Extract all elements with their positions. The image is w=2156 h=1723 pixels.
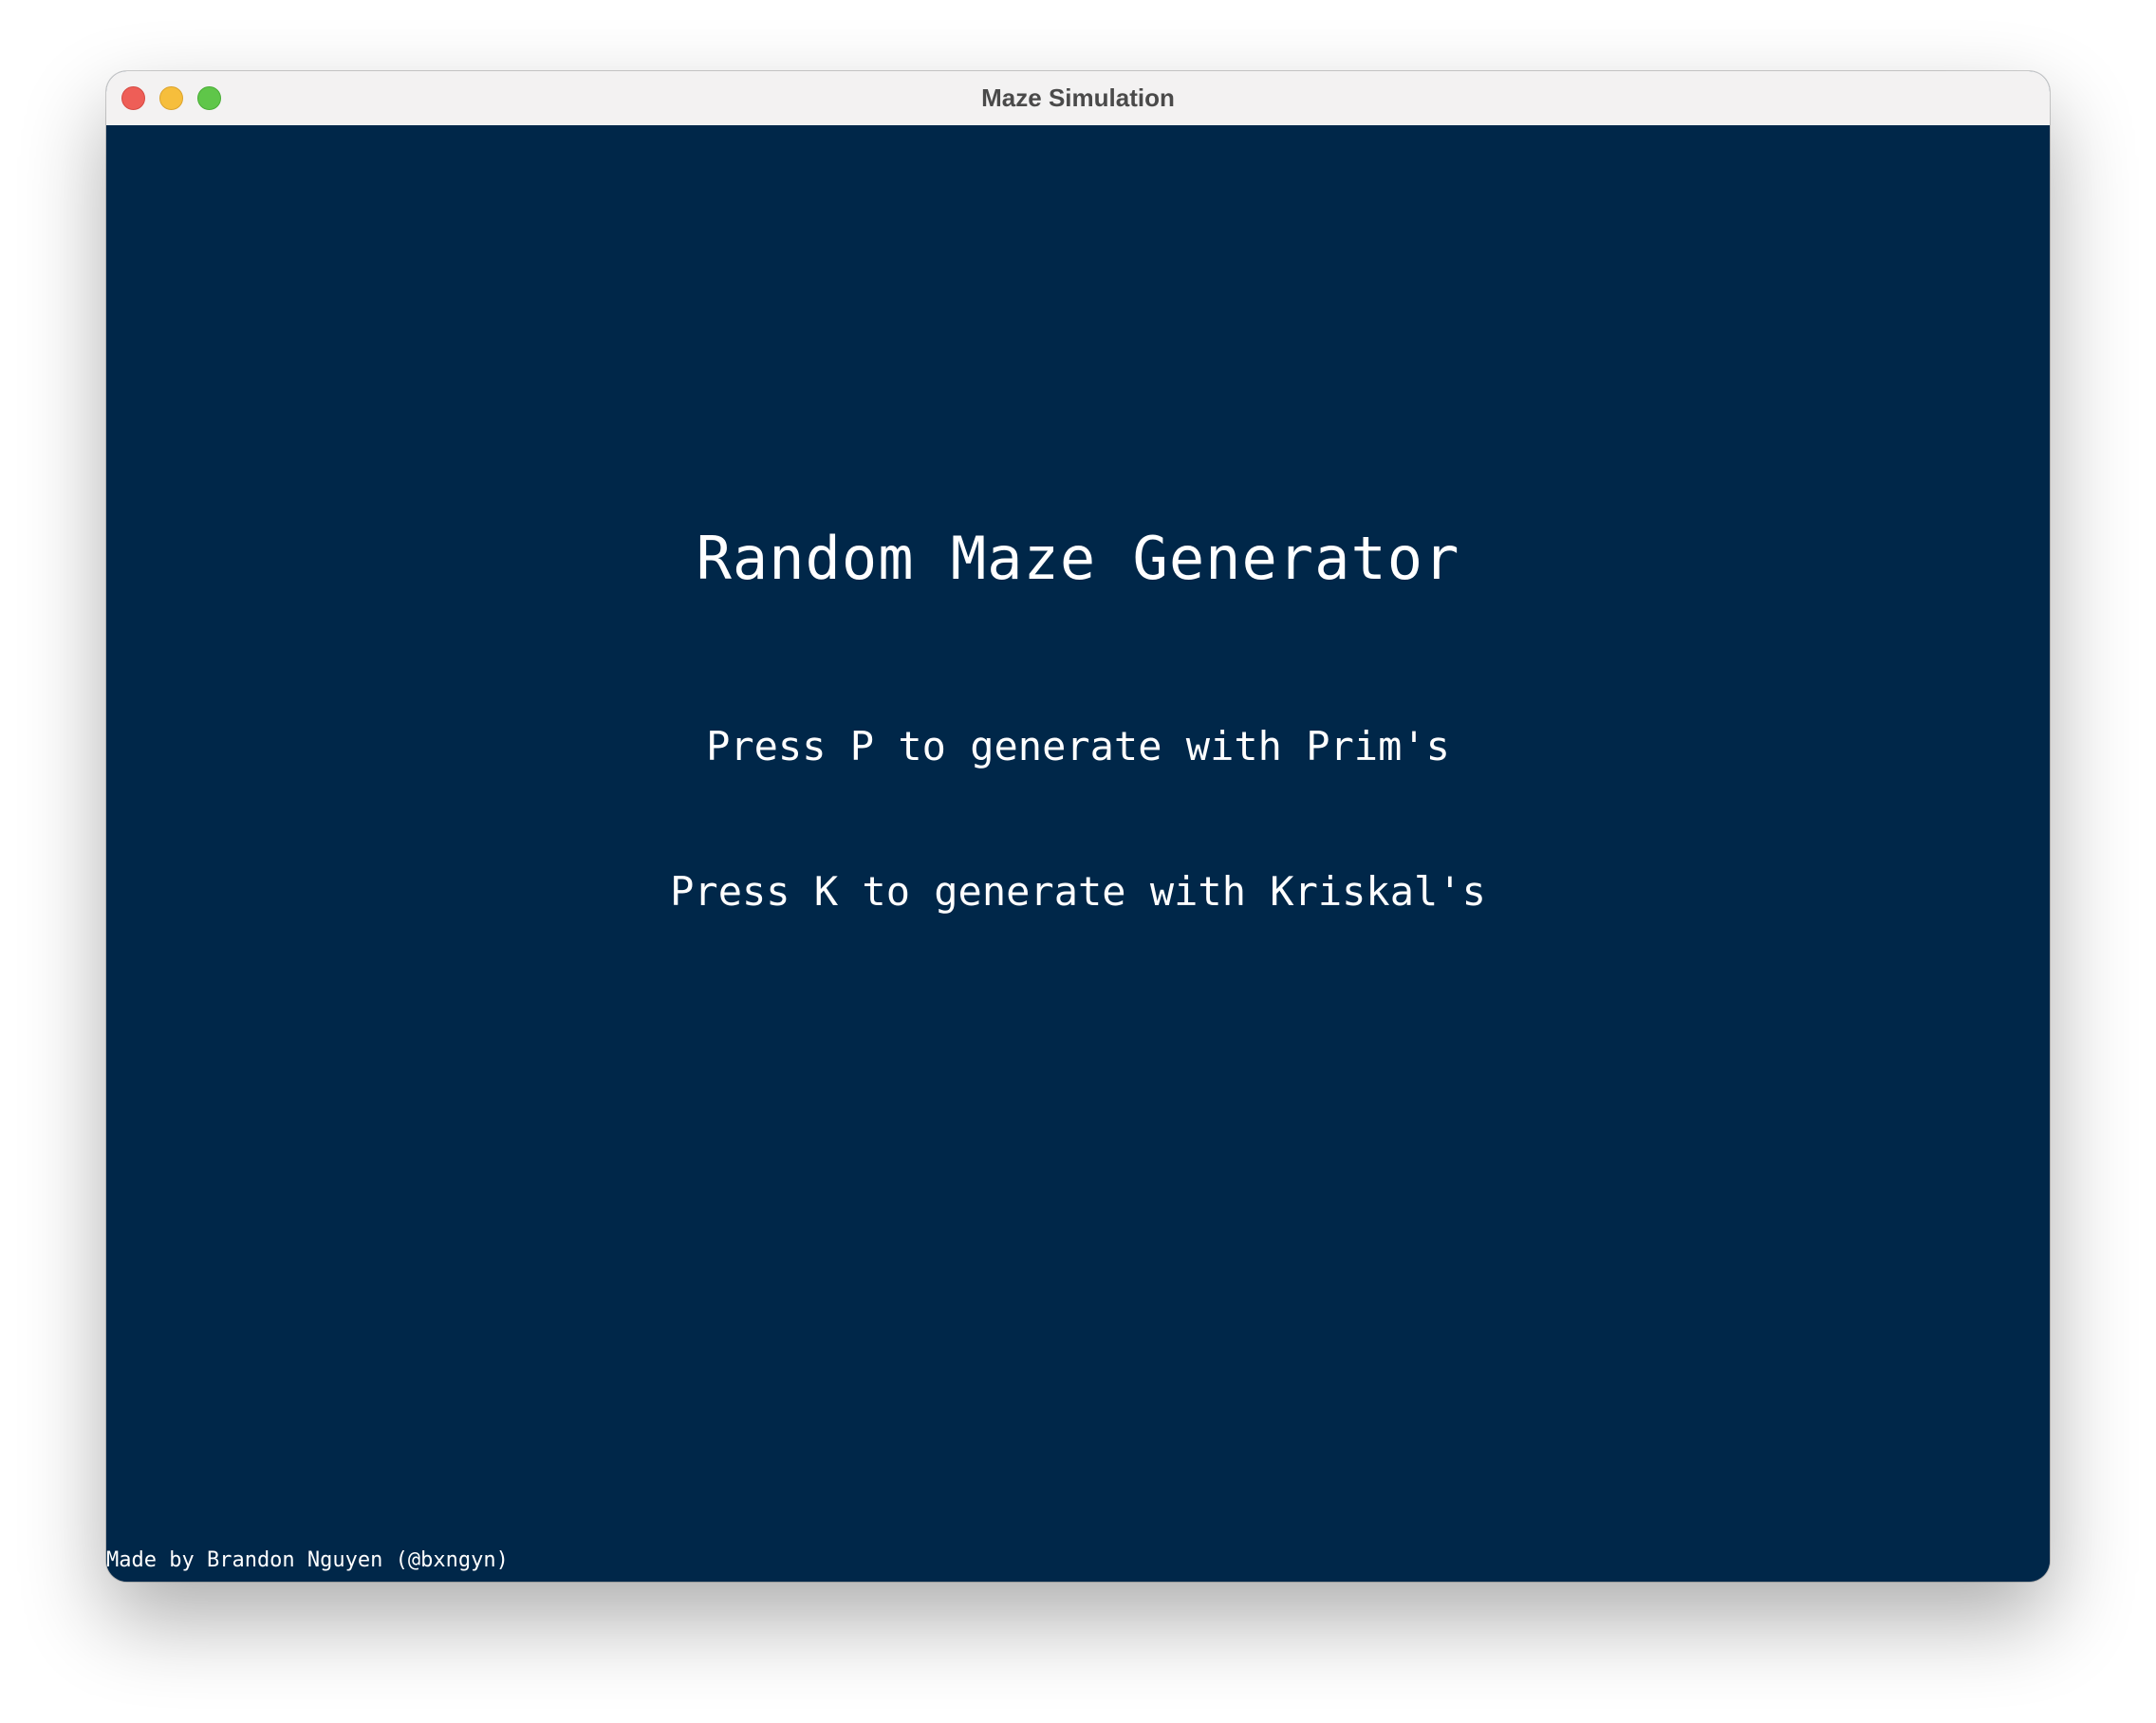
game-canvas[interactable]: Random Maze Generator Press P to generat… — [106, 125, 2050, 1582]
kruskal-option-text: Press K to generate with Kriskal's — [670, 868, 1486, 915]
window-title: Maze Simulation — [981, 83, 1175, 112]
main-title: Random Maze Generator — [696, 524, 1460, 593]
title-bar[interactable]: Maze Simulation — [106, 71, 2050, 126]
app-window: Maze Simulation Random Maze Generator Pr… — [106, 71, 2050, 1582]
author-credit: Made by Brandon Nguyen (@bxngyn) — [106, 1548, 509, 1572]
prim-option-text: Press P to generate with Prim's — [706, 723, 1450, 769]
